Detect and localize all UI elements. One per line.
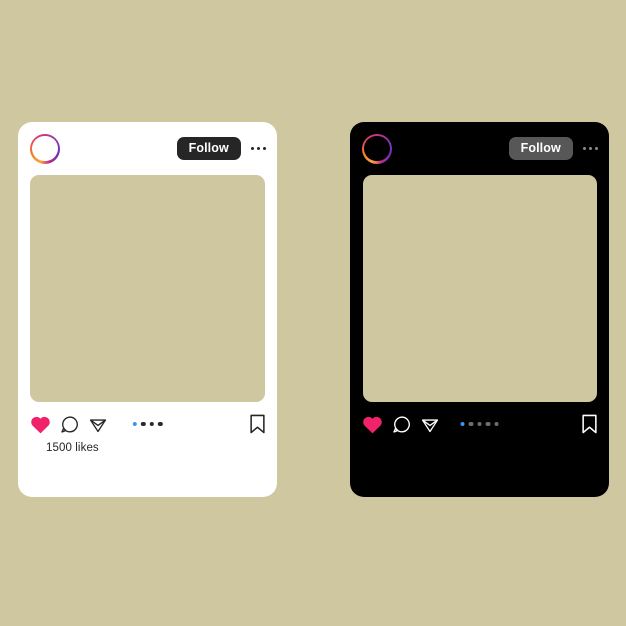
more-horizontal-icon[interactable] xyxy=(582,146,598,151)
carousel-dot-active[interactable] xyxy=(460,421,465,427)
carousel-dot-active[interactable] xyxy=(132,421,137,427)
post-header-light: Follow xyxy=(18,122,277,175)
carousel-dot[interactable] xyxy=(468,421,474,427)
heart-icon[interactable] xyxy=(30,415,51,434)
secondary-actions xyxy=(249,414,266,434)
carousel-indicator xyxy=(460,421,499,427)
send-paper-plane-icon[interactable] xyxy=(420,415,440,434)
carousel-dot[interactable] xyxy=(149,421,155,427)
post-photo-placeholder[interactable] xyxy=(30,175,265,402)
more-dot xyxy=(262,146,266,151)
follow-button[interactable]: Follow xyxy=(176,136,241,161)
post-action-bar-dark xyxy=(350,410,609,438)
post-header-dark: Follow xyxy=(350,122,609,175)
carousel-dot[interactable] xyxy=(477,421,482,427)
secondary-actions xyxy=(581,414,598,434)
avatar-story-ring[interactable] xyxy=(30,133,60,164)
more-dot xyxy=(256,146,261,151)
post-action-bar-light xyxy=(18,410,277,438)
bookmark-icon[interactable] xyxy=(249,414,266,434)
post-photo-placeholder[interactable] xyxy=(363,175,597,402)
more-dot xyxy=(594,146,598,151)
likes-count-label: 1500 likes xyxy=(46,442,99,454)
more-horizontal-icon[interactable] xyxy=(250,146,266,151)
comment-bubble-icon[interactable] xyxy=(60,415,79,434)
mockup-canvas: Follow 1500 likes Follow xyxy=(0,0,626,626)
bookmark-icon[interactable] xyxy=(581,414,598,434)
carousel-indicator xyxy=(132,421,163,427)
post-card-dark: Follow xyxy=(350,122,609,497)
carousel-dot[interactable] xyxy=(485,421,491,427)
follow-button[interactable]: Follow xyxy=(508,136,573,161)
send-paper-plane-icon[interactable] xyxy=(88,415,108,434)
comment-bubble-icon[interactable] xyxy=(392,415,411,434)
more-dot xyxy=(582,146,587,151)
avatar-story-ring[interactable] xyxy=(362,133,392,164)
primary-actions xyxy=(362,415,440,434)
more-dot xyxy=(250,146,255,151)
primary-actions xyxy=(30,415,108,434)
more-dot xyxy=(588,146,593,151)
carousel-dot[interactable] xyxy=(140,421,146,427)
post-card-light: Follow 1500 likes xyxy=(18,122,277,497)
carousel-dot[interactable] xyxy=(158,421,163,427)
carousel-dot[interactable] xyxy=(494,421,499,427)
heart-icon[interactable] xyxy=(362,415,383,434)
